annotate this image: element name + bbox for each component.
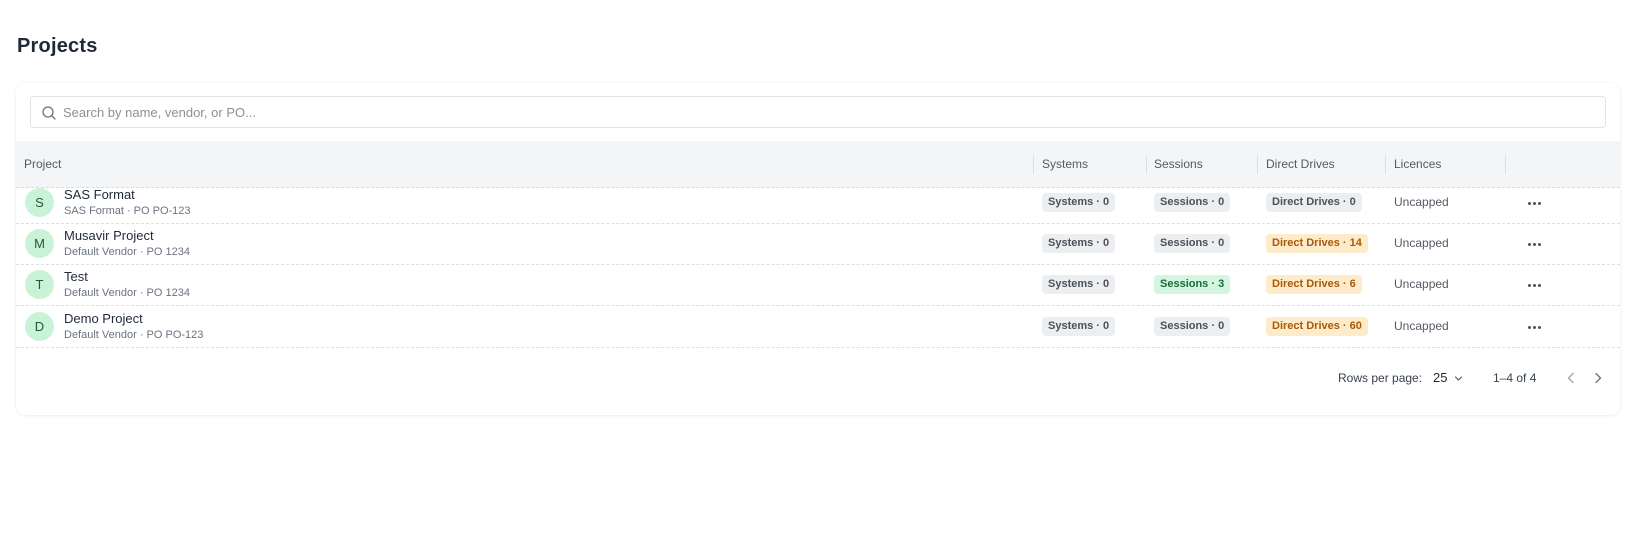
column-divider — [1385, 155, 1386, 174]
licences-value: Uncapped — [1394, 319, 1449, 333]
chevron-down-icon — [1454, 376, 1463, 381]
table-row[interactable]: M Musavir Project Default Vendor · PO 12… — [16, 222, 1620, 265]
sessions-badge: Sessions · 0 — [1154, 193, 1231, 212]
systems-badge: Systems · 0 — [1042, 193, 1116, 212]
search-field[interactable] — [30, 96, 1606, 128]
project-vendor-po: Default Vendor · PO PO-123 — [64, 329, 204, 341]
systems-badge: Systems · 0 — [1042, 275, 1116, 294]
column-divider — [1505, 155, 1506, 174]
licences-value: Uncapped — [1394, 195, 1449, 209]
project-avatar: T — [25, 270, 54, 299]
sessions-badge: Sessions · 3 — [1154, 275, 1231, 294]
chevron-right-icon[interactable] — [1590, 370, 1606, 386]
pagination-range: 1–4 of 4 — [1493, 371, 1537, 385]
project-name[interactable]: Test — [64, 269, 88, 284]
search-input[interactable] — [63, 97, 1593, 127]
direct-drives-badge: Direct Drives · 0 — [1266, 193, 1362, 212]
project-name[interactable]: Demo Project — [64, 311, 143, 326]
column-divider — [1146, 155, 1147, 174]
more-horizontal-icon[interactable] — [1526, 318, 1544, 336]
systems-badge: Systems · 0 — [1042, 234, 1116, 253]
pagination-bar: Rows per page: 25 1–4 of 4 — [16, 358, 1620, 398]
projects-card: Project Systems Sessions Direct Drives L… — [16, 83, 1620, 415]
project-name[interactable]: Musavir Project — [64, 228, 154, 243]
project-avatar: D — [25, 312, 54, 341]
direct-drives-badge: Direct Drives · 60 — [1266, 317, 1368, 336]
licences-value: Uncapped — [1394, 277, 1449, 291]
direct-drives-badge: Direct Drives · 6 — [1266, 275, 1362, 294]
column-divider — [1257, 155, 1258, 174]
sessions-badge: Sessions · 0 — [1154, 234, 1231, 253]
rows-per-page-value: 25 — [1433, 370, 1448, 385]
project-name[interactable]: SAS Format — [64, 187, 135, 202]
rows-per-page-label: Rows per page: — [1338, 371, 1423, 385]
sessions-badge: Sessions · 0 — [1154, 317, 1231, 336]
project-vendor-po: Default Vendor · PO 1234 — [64, 246, 190, 258]
systems-badge: Systems · 0 — [1042, 317, 1116, 336]
rows-per-page-select[interactable]: 25 — [1430, 368, 1466, 388]
chevron-left-icon[interactable] — [1563, 370, 1579, 386]
column-divider — [1033, 155, 1034, 174]
table-row[interactable]: T Test Default Vendor · PO 1234 Systems … — [16, 263, 1620, 306]
search-icon — [42, 106, 56, 120]
project-vendor-po: SAS Format · PO PO-123 — [64, 205, 191, 217]
licences-value: Uncapped — [1394, 236, 1449, 250]
table-row[interactable]: D Demo Project Default Vendor · PO PO-12… — [16, 305, 1620, 348]
project-avatar: M — [25, 229, 54, 258]
table-row[interactable]: S SAS Format SAS Format · PO PO-123 Syst… — [16, 181, 1620, 224]
more-horizontal-icon[interactable] — [1526, 194, 1544, 212]
project-avatar: S — [25, 188, 54, 217]
direct-drives-badge: Direct Drives · 14 — [1266, 234, 1368, 253]
page-title: Projects — [17, 35, 98, 57]
more-horizontal-icon[interactable] — [1526, 276, 1544, 294]
more-horizontal-icon[interactable] — [1526, 235, 1544, 253]
project-vendor-po: Default Vendor · PO 1234 — [64, 287, 190, 299]
